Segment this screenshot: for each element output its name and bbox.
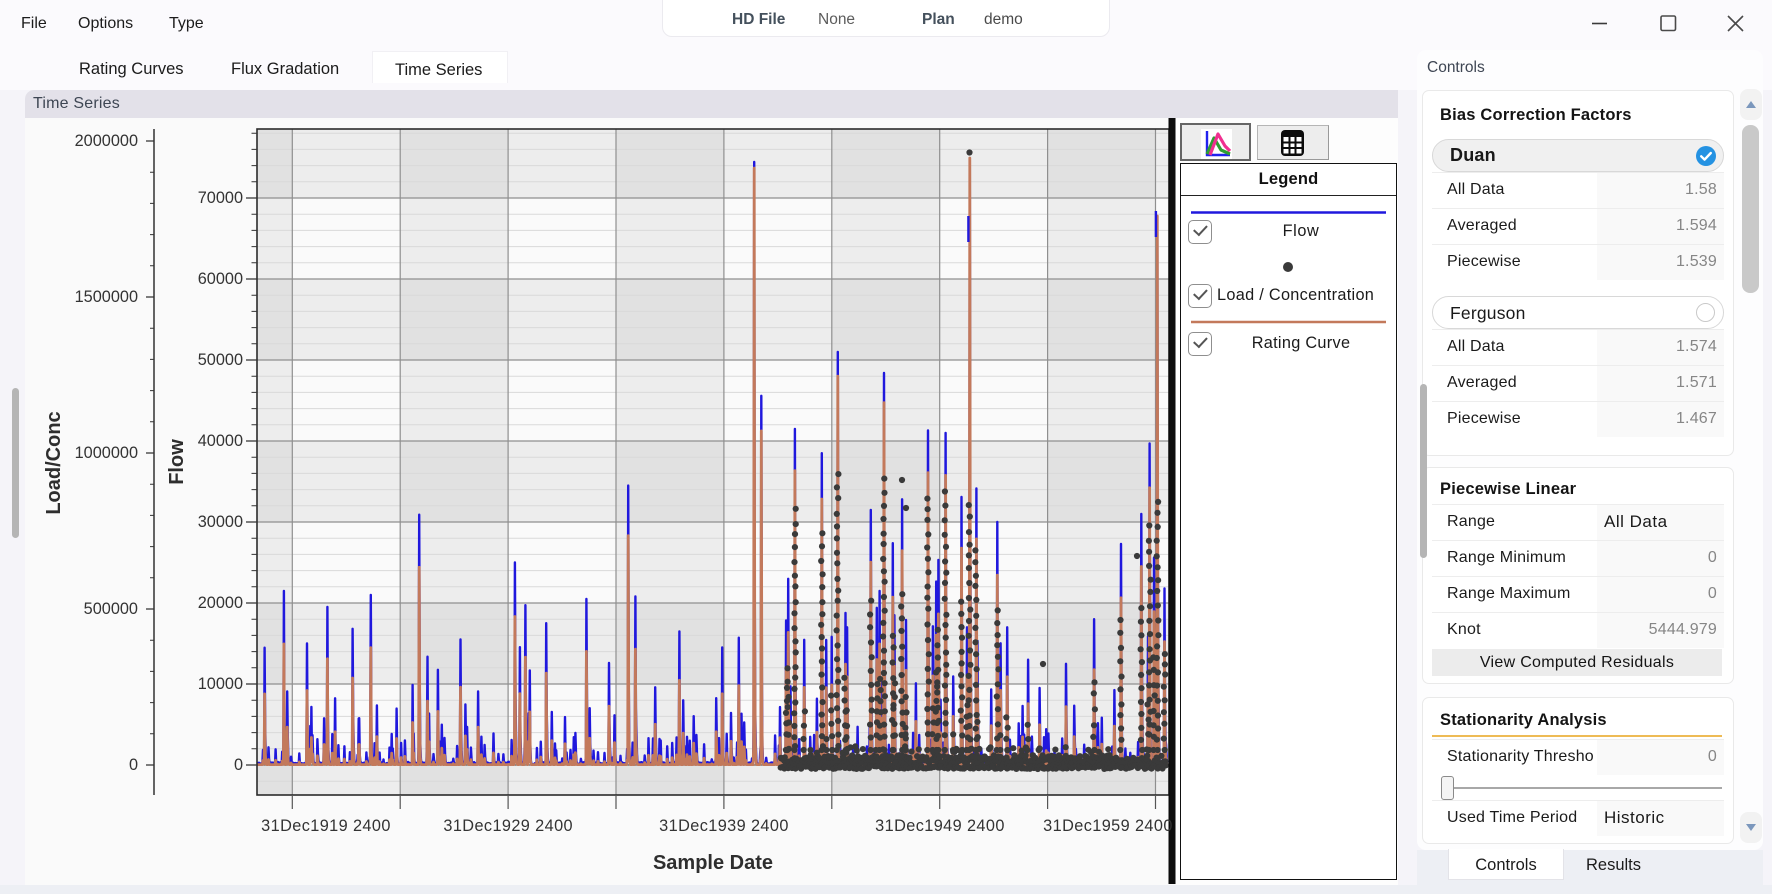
svg-text:0: 0 bbox=[234, 756, 243, 774]
svg-text:31Dec1939 2400: 31Dec1939 2400 bbox=[659, 817, 789, 835]
svg-text:60000: 60000 bbox=[198, 270, 243, 288]
svg-text:0: 0 bbox=[129, 756, 138, 774]
svg-text:20000: 20000 bbox=[198, 594, 243, 612]
svg-text:30000: 30000 bbox=[198, 513, 243, 531]
svg-text:1500000: 1500000 bbox=[75, 288, 138, 306]
svg-text:31Dec1949 2400: 31Dec1949 2400 bbox=[875, 817, 1005, 835]
svg-text:31Dec1959 2400: 31Dec1959 2400 bbox=[1043, 817, 1173, 835]
svg-text:10000: 10000 bbox=[198, 675, 243, 693]
svg-text:1000000: 1000000 bbox=[75, 444, 138, 462]
svg-text:50000: 50000 bbox=[198, 351, 243, 369]
svg-text:70000: 70000 bbox=[198, 189, 243, 207]
svg-text:Load/Conc: Load/Conc bbox=[43, 411, 65, 514]
svg-text:500000: 500000 bbox=[84, 600, 138, 618]
svg-text:2000000: 2000000 bbox=[75, 132, 138, 150]
svg-text:31Dec1919 2400: 31Dec1919 2400 bbox=[261, 817, 391, 835]
svg-text:40000: 40000 bbox=[198, 432, 243, 450]
svg-text:Flow: Flow bbox=[166, 439, 188, 485]
svg-text:Sample Date: Sample Date bbox=[653, 852, 773, 874]
svg-text:31Dec1929 2400: 31Dec1929 2400 bbox=[443, 817, 573, 835]
